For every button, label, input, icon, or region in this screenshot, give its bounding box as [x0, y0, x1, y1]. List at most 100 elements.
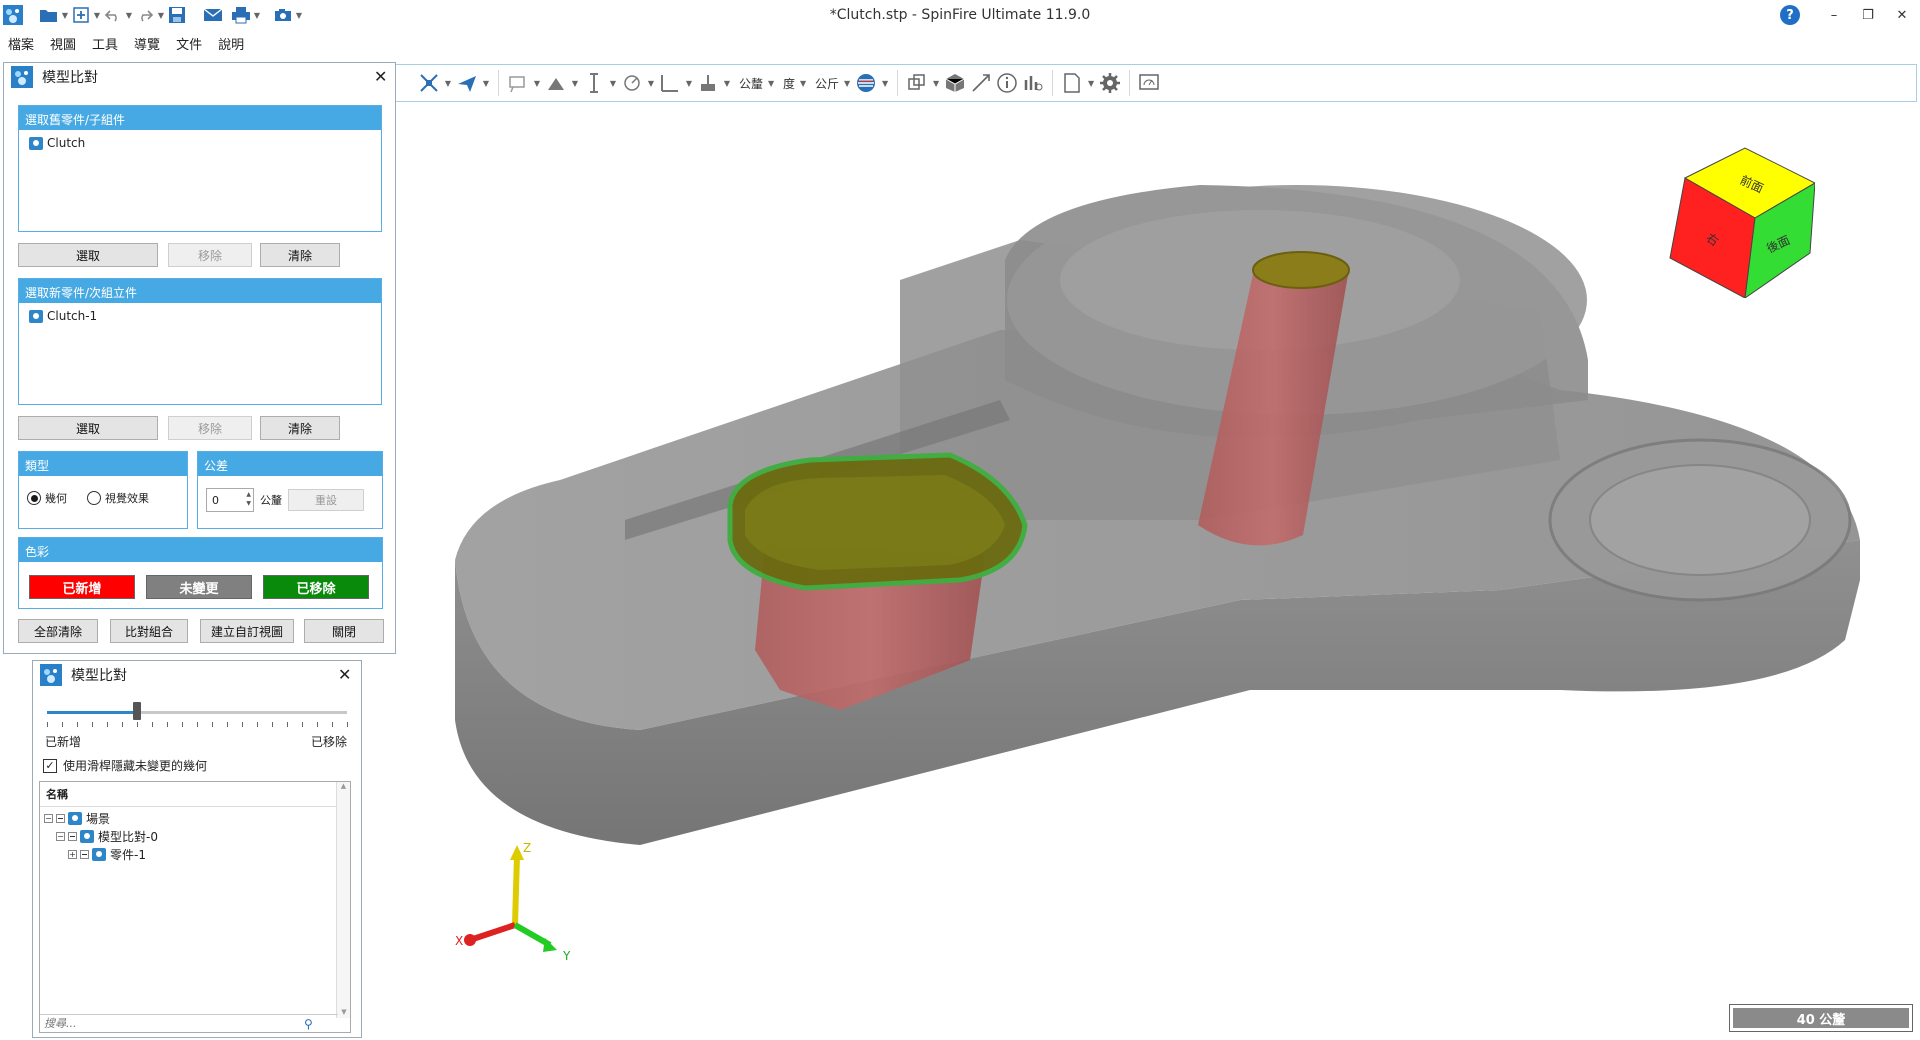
old-clear-button[interactable]: 清除 — [260, 243, 340, 267]
tree-node-scene[interactable]: − 場景 — [44, 809, 346, 827]
chevron-down-icon[interactable]: ▼ — [531, 79, 543, 88]
removed-color-button[interactable]: 已移除 — [263, 575, 369, 599]
type-header: 類型 — [19, 452, 187, 476]
tolerance-input[interactable]: 0 ▲ ▼ — [206, 488, 254, 512]
close-icon[interactable]: ✕ — [374, 67, 387, 86]
view-cube[interactable]: 前面 右 後面 — [1665, 138, 1815, 298]
chevron-down-icon[interactable]: ▼ — [480, 79, 492, 88]
tree-node-part[interactable]: + 零件-1 — [44, 845, 346, 863]
new-part-item[interactable]: Clutch-1 — [19, 303, 381, 329]
model-cube-icon[interactable] — [942, 70, 968, 96]
menu-navigate[interactable]: 導覽 — [126, 32, 168, 54]
hide-unchanged-checkbox[interactable]: ✓ — [43, 758, 57, 773]
slider-tick — [242, 722, 243, 727]
measure-radius-icon[interactable] — [619, 70, 645, 96]
hide-unchanged-option[interactable]: ✓ 使用滑桿隱藏未變更的幾何 — [43, 757, 207, 774]
chevron-down-icon[interactable]: ▼ — [721, 79, 733, 88]
measure-point-icon[interactable] — [543, 70, 569, 96]
collapse-icon[interactable]: − — [56, 831, 65, 841]
old-remove-button[interactable]: 移除 — [168, 243, 252, 267]
chevron-down-icon[interactable]: ▼ — [442, 79, 454, 88]
pin-point-icon[interactable] — [968, 70, 994, 96]
added-color-button[interactable]: 已新增 — [29, 575, 135, 599]
slider-tick — [257, 722, 258, 727]
annotation-icon[interactable] — [505, 70, 531, 96]
search-icon[interactable]: ⚲ — [304, 1017, 313, 1031]
slider-tick — [107, 722, 108, 727]
expand-icon[interactable]: + — [68, 849, 77, 859]
settings-gear-icon[interactable] — [1097, 70, 1123, 96]
visibility-toggle-icon[interactable] — [68, 831, 77, 841]
folder-icon — [68, 811, 82, 825]
close-icon[interactable]: ✕ — [338, 665, 351, 684]
close-window-button[interactable]: ✕ — [1886, 4, 1918, 26]
unit-length-label[interactable]: 公釐 — [733, 75, 765, 92]
tolerance-value: 0 — [212, 493, 219, 507]
scroll-up-icon[interactable]: ▲ — [337, 782, 350, 790]
language-flag-icon[interactable] — [853, 70, 879, 96]
menu-help[interactable]: 說明 — [210, 32, 252, 54]
unit-angle-label[interactable]: 度 — [777, 75, 797, 92]
visibility-toggle-icon[interactable] — [56, 813, 65, 823]
statistics-icon[interactable] — [1020, 70, 1046, 96]
performance-icon[interactable] — [1136, 70, 1162, 96]
help-icon[interactable]: ? — [1780, 5, 1800, 25]
slider-tick — [287, 722, 288, 727]
new-select-button[interactable]: 選取 — [18, 416, 158, 440]
chevron-down-icon[interactable]: ▼ — [930, 79, 942, 88]
document-icon[interactable] — [1059, 70, 1085, 96]
slider-tick — [227, 722, 228, 727]
measure-angle-icon[interactable] — [657, 70, 683, 96]
menu-file[interactable]: 檔案 — [0, 32, 42, 54]
create-custom-view-button[interactable]: 建立自訂視圖 — [200, 619, 294, 643]
explode-icon[interactable] — [416, 70, 442, 96]
axis-x-label: X — [455, 934, 463, 948]
tree-node-compare[interactable]: − 模型比對-0 — [44, 827, 346, 845]
chevron-down-icon[interactable]: ▼ — [645, 79, 657, 88]
info-icon[interactable] — [994, 70, 1020, 96]
menu-document[interactable]: 文件 — [168, 32, 210, 54]
restore-button[interactable]: ❐ — [1852, 4, 1884, 26]
old-part-item[interactable]: Clutch — [19, 130, 381, 156]
menu-view[interactable]: 視圖 — [42, 32, 84, 54]
unchanged-color-button[interactable]: 未變更 — [146, 575, 252, 599]
slider-thumb[interactable] — [133, 702, 141, 720]
chevron-down-icon[interactable]: ▼ — [607, 79, 619, 88]
measure-area-icon[interactable] — [695, 70, 721, 96]
chevron-down-icon[interactable]: ▼ — [879, 79, 891, 88]
collapse-icon[interactable]: − — [44, 813, 53, 823]
part-icon — [29, 136, 43, 150]
spinner-arrows-icon[interactable]: ▲ ▼ — [246, 490, 251, 508]
scroll-down-icon[interactable]: ▼ — [337, 1008, 351, 1016]
chevron-down-icon[interactable]: ▼ — [765, 79, 777, 88]
reset-button[interactable]: 重設 — [288, 489, 364, 511]
fly-icon[interactable] — [454, 70, 480, 96]
chevron-down-icon[interactable]: ▼ — [797, 79, 809, 88]
slider-tick — [197, 722, 198, 727]
section-icon[interactable] — [904, 70, 930, 96]
chevron-down-icon[interactable]: ▼ — [683, 79, 695, 88]
geometry-radio[interactable] — [27, 491, 41, 505]
chevron-down-icon[interactable]: ▼ — [841, 79, 853, 88]
new-remove-button[interactable]: 移除 — [168, 416, 252, 440]
chevron-down-icon[interactable]: ▼ — [1085, 79, 1097, 88]
visual-radio[interactable] — [87, 491, 101, 505]
new-clear-button[interactable]: 清除 — [260, 416, 340, 440]
old-select-button[interactable]: 選取 — [18, 243, 158, 267]
clear-all-button[interactable]: 全部清除 — [18, 619, 98, 643]
compare-assembly-button[interactable]: 比對組合 — [110, 619, 188, 643]
search-input[interactable] — [44, 1017, 304, 1030]
measure-distance-icon[interactable] — [581, 70, 607, 96]
close-button[interactable]: 關閉 — [304, 619, 384, 643]
compare-slider-track[interactable] — [47, 711, 347, 714]
unit-mass-label[interactable]: 公斤 — [809, 75, 841, 92]
minimize-button[interactable]: – — [1818, 4, 1850, 26]
menu-tools[interactable]: 工具 — [84, 32, 126, 54]
slider-tick — [77, 722, 78, 727]
tree-search-box[interactable]: ⚲ — [40, 1014, 338, 1032]
slider-right-label: 已移除 — [310, 735, 347, 749]
tree-scrollbar[interactable]: ▲ ▼ — [336, 782, 350, 1018]
visibility-toggle-icon[interactable] — [80, 849, 89, 859]
chevron-down-icon[interactable]: ▼ — [569, 79, 581, 88]
slider-tick — [47, 722, 48, 727]
